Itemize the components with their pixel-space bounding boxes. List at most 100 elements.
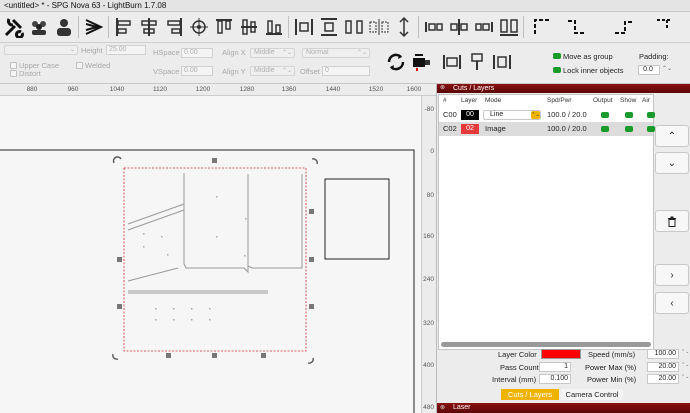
col-output: Output — [593, 97, 613, 104]
align-x-select[interactable]: Middle ⌃⌄ — [250, 48, 295, 58]
mode-select[interactable]: Line ⌃⌄ — [483, 110, 541, 120]
speed-label: Speed (mm/s) — [588, 350, 636, 359]
col-layer: Layer — [461, 97, 478, 104]
move-up-button[interactable]: ⌃ — [655, 125, 689, 147]
layer-swatch[interactable]: 00 — [461, 110, 479, 120]
size-bracket-icon[interactable] — [490, 49, 514, 75]
welded-label: Welded — [85, 61, 111, 70]
trash-icon — [668, 216, 676, 227]
speed-input[interactable]: 100.00 — [647, 349, 679, 359]
cuts-panel-title-text: Cuts / Layers — [453, 85, 495, 92]
font-style-select[interactable]: Normal ⌃⌄ — [302, 48, 370, 58]
stepper-icon[interactable]: ⌃⌄ — [681, 362, 689, 368]
users-icon[interactable] — [27, 14, 51, 40]
power-min-input[interactable]: 20.00 — [647, 374, 679, 384]
space-icon[interactable] — [342, 14, 366, 40]
welded-checkbox[interactable] — [76, 62, 83, 69]
padding-stepper-icon[interactable]: ⌃⌄ — [662, 65, 672, 72]
rectangle-shape — [324, 178, 390, 260]
padding-input[interactable]: 0.0 — [638, 65, 660, 75]
move-down-button[interactable]: ⌄ — [655, 152, 689, 174]
delete-layer-button[interactable] — [655, 210, 689, 232]
height-bracket-icon[interactable] — [465, 49, 489, 75]
stepper-icon[interactable]: ⌃⌄ — [681, 349, 689, 355]
ruler-tick: 1040 — [109, 86, 125, 93]
output-toggle[interactable] — [601, 126, 609, 132]
step-icon[interactable] — [565, 14, 589, 40]
table-row[interactable]: C00 00 Line ⌃⌄ 100.0 / 20.0 — [439, 108, 655, 122]
distribute-v-icon[interactable] — [317, 14, 341, 40]
align-bottom-icon[interactable] — [262, 14, 286, 40]
horizontal-scrollbar[interactable] — [441, 342, 651, 347]
col-num: # — [443, 97, 447, 104]
align-y-value: Middle — [254, 67, 275, 74]
layer-color-swatch[interactable] — [541, 349, 581, 359]
align-center-v-icon[interactable] — [237, 14, 261, 40]
pass-count-input[interactable]: 1 — [539, 362, 571, 372]
upper-case-checkbox[interactable] — [10, 62, 17, 69]
row-spd: 100.0 / 20.0 — [547, 124, 587, 133]
tab-camera-control[interactable]: Camera Control — [561, 389, 623, 400]
move-as-group-label: Move as group — [563, 52, 613, 61]
ruler-tick: 1120 — [153, 86, 167, 93]
reload-icon[interactable] — [384, 49, 408, 75]
align-top-icon[interactable] — [212, 14, 236, 40]
align-y-select[interactable]: Middle ⌃⌄ — [250, 66, 295, 76]
design-canvas[interactable] — [0, 96, 421, 413]
interval-input[interactable]: 0.100 — [539, 374, 571, 384]
dock-right-icon[interactable] — [472, 14, 496, 40]
font-select[interactable]: ⌄ — [4, 45, 78, 55]
ruler-tick: 80 — [426, 192, 434, 199]
align-y-label: Align Y — [222, 67, 246, 76]
interval-label: Interval (mm) — [492, 375, 537, 384]
user-icon[interactable] — [52, 14, 76, 40]
output-toggle[interactable] — [601, 112, 609, 118]
push-right-button[interactable]: › — [655, 264, 689, 286]
laser-machine-icon[interactable] — [409, 49, 433, 75]
width-bracket-icon[interactable] — [440, 49, 464, 75]
hspace-input[interactable]: 0.00 — [181, 48, 213, 58]
center-spread-icon[interactable] — [367, 14, 391, 40]
align-center-h-icon[interactable] — [137, 14, 161, 40]
offset-input[interactable]: 0 — [322, 66, 370, 76]
distort-checkbox[interactable] — [10, 70, 17, 77]
dock-bottom-icon[interactable] — [497, 14, 521, 40]
vspace-input[interactable]: 0.00 — [181, 66, 213, 76]
row-mode: Image — [485, 124, 506, 133]
align-x-label: Align X — [222, 48, 246, 57]
arrows-v-icon[interactable] — [392, 14, 416, 40]
table-row[interactable]: C02 02 Image 100.0 / 20.0 — [439, 122, 655, 136]
air-toggle[interactable] — [647, 126, 655, 132]
power-min-label: Power Min (%) — [587, 375, 637, 384]
target-icon[interactable] — [187, 14, 211, 40]
height-input[interactable]: 25.00 — [106, 45, 146, 55]
dock-center-icon[interactable] — [447, 14, 471, 40]
corner-icon[interactable] — [530, 14, 554, 40]
lock-inner-toggle[interactable] — [553, 67, 561, 73]
panel-close-icon[interactable]: ⊗ — [440, 403, 445, 413]
push-left-button[interactable]: ‹ — [655, 292, 689, 314]
tab-cuts-layers[interactable]: Cuts / Layers — [501, 389, 559, 400]
align-right-icon[interactable] — [162, 14, 186, 40]
air-toggle[interactable] — [647, 112, 655, 118]
panel-close-icon[interactable]: ⊗ — [440, 85, 447, 92]
window-title: <untitled> * - SPG Nova 63 - LightBurn 1… — [0, 0, 690, 12]
ruler-tick: 960 — [67, 86, 79, 93]
show-toggle[interactable] — [625, 112, 633, 118]
align-left-icon[interactable] — [112, 14, 136, 40]
text-options-bar: ⌄ Height 25.00 HSpace 0.00 Align X Middl… — [0, 43, 690, 84]
ruler-right: -80 0 80 160 240 320 400 480 — [421, 96, 436, 413]
chevron-left-icon: ‹ — [670, 297, 674, 309]
move-as-group-toggle[interactable] — [553, 53, 561, 59]
power-max-input[interactable]: 20.00 — [647, 362, 679, 372]
corner-dash-icon[interactable] — [612, 14, 636, 40]
layer-swatch[interactable]: 02 — [461, 124, 479, 134]
selection-handles — [117, 158, 314, 358]
show-toggle[interactable] — [625, 126, 633, 132]
stepper-icon[interactable]: ⌃⌄ — [681, 374, 689, 380]
close-dash-icon[interactable] — [652, 14, 676, 40]
distribute-h-icon[interactable] — [292, 14, 316, 40]
dock-left-icon[interactable] — [422, 14, 446, 40]
text-tool-icon[interactable] — [82, 14, 106, 40]
wrench-icon[interactable] — [2, 14, 26, 40]
